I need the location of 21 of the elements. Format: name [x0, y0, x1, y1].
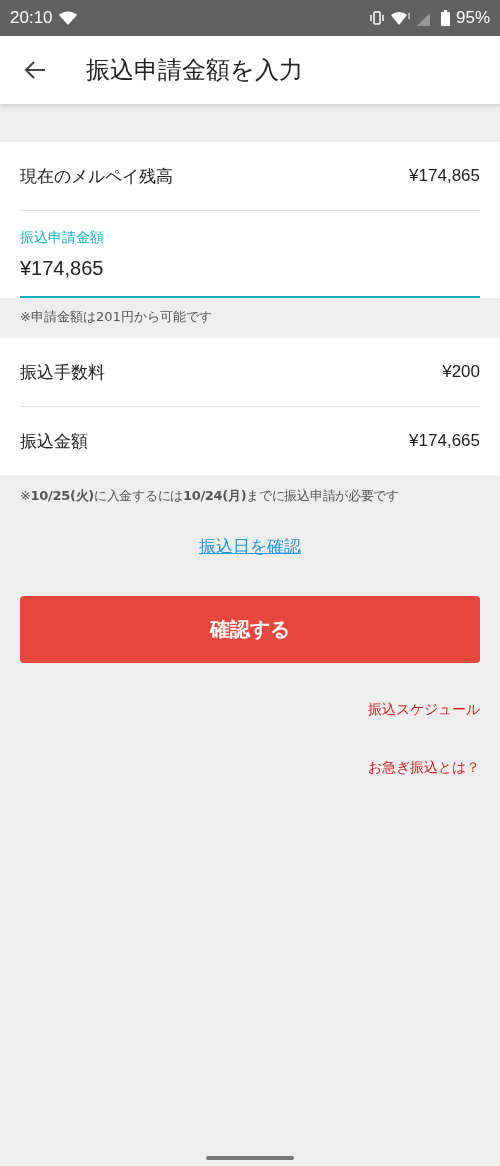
amount-field[interactable]: ¥174,865 — [20, 257, 480, 298]
check-date-link[interactable]: 振込日を確認 — [199, 535, 301, 558]
battery-level: 95% — [455, 8, 490, 28]
wifi-icon — [390, 10, 411, 26]
deadline-note: ※10/25(火)に入金するには10/24(月)までに振込申請が必要です — [19, 487, 400, 505]
balance-value: ¥174,865 — [409, 166, 480, 186]
status-time: 20:10 — [10, 8, 53, 28]
balance-label: 現在のメルペイ残高 — [20, 164, 173, 188]
page-title: 振込申請金額を入力 — [86, 55, 303, 86]
battery-icon — [440, 10, 450, 26]
field-label: 振込申請金額 — [20, 229, 105, 247]
confirm-button[interactable]: 確認する — [20, 596, 480, 663]
info-link[interactable]: お急ぎ振込とは？ — [368, 759, 480, 777]
fee-label: 振込手数料 — [20, 360, 105, 384]
fee-label: 振込金額 — [20, 429, 88, 453]
minimum-note: ※申請金額は201円から可能です — [19, 308, 213, 326]
fee-value: ¥174,665 — [409, 431, 480, 451]
info-link[interactable]: 振込スケジュール — [368, 701, 480, 719]
fee-value: ¥200 — [442, 362, 480, 382]
vibrate-icon — [368, 11, 385, 25]
wifi-icon — [58, 10, 77, 26]
